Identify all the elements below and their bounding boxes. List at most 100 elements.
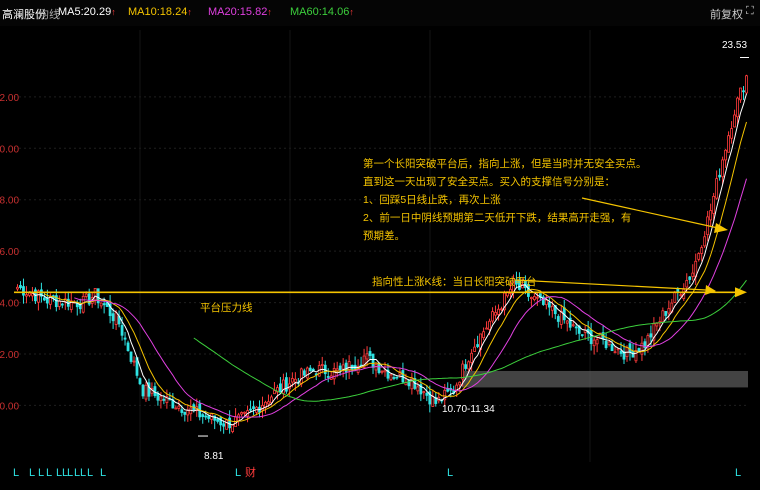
candle-body: [273, 390, 276, 395]
candle-body: [458, 381, 462, 386]
candle-body: [377, 362, 381, 373]
candle-body: [156, 392, 160, 401]
candle-body: [532, 296, 536, 300]
candle-body: [425, 392, 429, 396]
candle-body: [745, 75, 748, 94]
candle-body: [320, 364, 324, 366]
candle-body: [497, 308, 500, 315]
candle-body: [422, 391, 426, 393]
candle-body: [374, 363, 378, 371]
candle-body: [664, 310, 668, 316]
candle-body: [132, 360, 136, 363]
candle-body: [604, 340, 608, 349]
directional-arrow-head: [705, 285, 716, 295]
candle-body: [123, 337, 127, 340]
candle-body: [129, 351, 133, 362]
l-marker: L: [80, 467, 86, 479]
candle-body: [93, 288, 97, 302]
candle-body: [739, 87, 742, 101]
candle-body: [102, 303, 106, 306]
grid-lines: [14, 30, 748, 462]
candle-body: [111, 313, 115, 322]
support-zone: [462, 370, 748, 388]
candle-body: [718, 174, 722, 178]
candle-body: [691, 272, 695, 277]
candle-body: [688, 276, 692, 280]
candle-body: [733, 114, 736, 128]
candle-body: [293, 378, 297, 383]
candle-body: [416, 386, 420, 392]
candle-body: [162, 398, 166, 401]
candle-body: [368, 351, 372, 356]
candle-body: [141, 384, 145, 397]
candle-body: [556, 316, 560, 322]
candle-body: [299, 368, 303, 385]
candle-body: [673, 291, 677, 303]
y-tick-label: 22.00: [0, 93, 19, 104]
candle-body: [640, 342, 644, 355]
l-marker: L: [100, 467, 106, 479]
candle-body: [326, 376, 330, 378]
candle-body: [81, 295, 85, 313]
candle-body: [736, 97, 739, 118]
candle-body: [485, 327, 488, 330]
candle-body: [679, 294, 683, 297]
candle-body: [371, 353, 375, 368]
support-zone-rect: [462, 370, 748, 388]
candle-body: [559, 310, 563, 325]
candle-body: [607, 341, 611, 345]
candle-body: [544, 299, 548, 306]
l-marker: L: [67, 467, 73, 479]
directional-arrow: [514, 279, 707, 291]
y-tick-label: 20.00: [0, 144, 19, 155]
candle-body: [252, 406, 255, 409]
candle-body: [159, 395, 163, 402]
candle-body: [661, 310, 665, 323]
candle-body: [482, 331, 485, 339]
candle-body: [473, 346, 477, 352]
platform-line-label: 平台压力线: [200, 302, 253, 314]
candle-body: [138, 378, 142, 385]
candle-body: [574, 326, 578, 329]
candle-body: [464, 364, 468, 369]
explain-line-4: 2、前一日中阴线预期第二天低开下跌，结果高开走强，有: [363, 212, 632, 224]
l-marker: L: [29, 467, 35, 479]
candle-body: [270, 396, 273, 404]
candle-body: [347, 361, 351, 371]
candle-body: [153, 386, 157, 396]
candle-body: [700, 247, 704, 254]
zone-price-label: 10.70-11.34: [442, 404, 495, 415]
explain-line-5: 预期差。: [363, 230, 405, 242]
explain-arrow-head: [714, 223, 728, 233]
candle-body: [724, 149, 727, 161]
candle-body: [742, 90, 745, 93]
candle-body: [571, 324, 575, 327]
candle-body: [84, 293, 88, 297]
candle-body: [380, 370, 384, 373]
candle-body: [491, 311, 494, 322]
low-price-label: 8.81: [204, 451, 224, 462]
candle-body: [470, 352, 474, 363]
candle-body: [216, 418, 220, 422]
candle-body: [703, 236, 707, 247]
high-price-label: 23.53: [722, 40, 748, 51]
candle-body: [183, 411, 187, 415]
candle-body: [231, 424, 235, 432]
candle-body: [431, 395, 435, 407]
candle-body: [592, 339, 596, 347]
candle-body: [655, 323, 659, 327]
candle-body: [22, 286, 25, 296]
candle-body: [715, 178, 719, 199]
candle-body: [126, 342, 130, 352]
candle-body: [383, 369, 387, 373]
candle-body: [550, 305, 554, 311]
y-tick-label: 18.00: [0, 196, 19, 207]
candle-body: [308, 367, 312, 372]
candle-body: [721, 159, 725, 178]
candle-body: [228, 417, 232, 429]
candle-body: [407, 379, 411, 387]
l-marker: L: [87, 467, 93, 479]
candle-body: [616, 348, 620, 351]
candle-body: [284, 377, 288, 392]
candle-body: [279, 383, 282, 393]
